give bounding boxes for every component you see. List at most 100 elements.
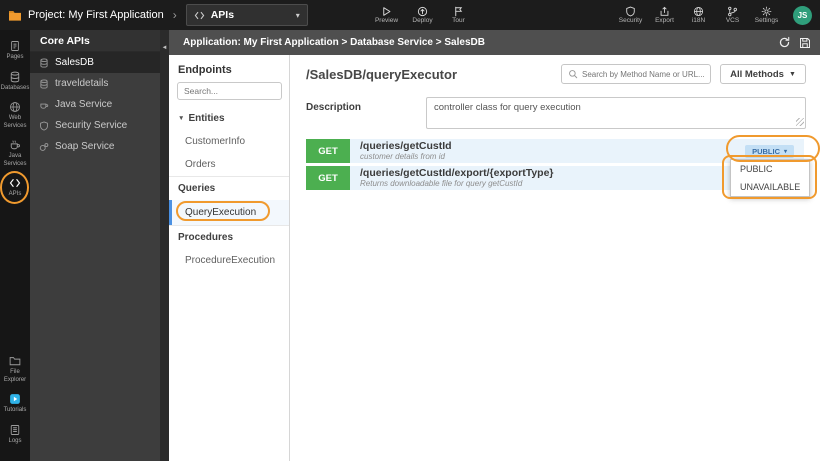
- endpoints-panel: Endpoints ▼ Entities CustomerInfo Orders…: [169, 55, 290, 461]
- tutorials-label: Tutorials: [3, 407, 27, 413]
- breadcrumb-bar: Application: My First Application > Data…: [169, 30, 820, 55]
- endpoint-texts: /queries/getCustId customer details from…: [360, 140, 452, 162]
- deploy-button[interactable]: Deploy: [410, 6, 435, 25]
- access-dropdown[interactable]: PUBLIC ▾: [745, 144, 794, 158]
- tree-item-queryexecution[interactable]: QueryExecution: [169, 200, 289, 225]
- logs-icon: [9, 424, 21, 436]
- endpoints-search-input[interactable]: [177, 82, 282, 100]
- service-item-java-service[interactable]: Java Service: [30, 94, 160, 115]
- pages-icon: [9, 40, 21, 52]
- i18n-icon: [693, 6, 704, 17]
- tour-label: Tour: [452, 16, 465, 24]
- method-search-input[interactable]: [582, 69, 704, 79]
- tree-group-entities[interactable]: ▼ Entities: [169, 107, 289, 130]
- web-services-label: Web Services: [3, 115, 27, 129]
- tree-group-queries[interactable]: Queries: [169, 176, 289, 200]
- endpoint-summary: Returns downloadable file for query getC…: [360, 179, 523, 189]
- service-item-label: SalesDB: [55, 57, 94, 68]
- save-button[interactable]: [799, 37, 811, 49]
- apis-label: APIs: [8, 191, 22, 197]
- database-icon: [39, 79, 49, 89]
- access-menu-item-unavailable[interactable]: UNAVAILABLE: [731, 178, 809, 196]
- security-label: Security: [618, 16, 643, 24]
- tree-item-customerinfo[interactable]: CustomerInfo: [169, 130, 289, 153]
- sidebar-item-web-services[interactable]: Web Services: [0, 96, 30, 134]
- refresh-button[interactable]: [778, 36, 791, 49]
- access-menu: PUBLIC UNAVAILABLE: [730, 159, 810, 197]
- settings-label: Settings: [754, 16, 779, 24]
- export-button[interactable]: Export: [652, 6, 677, 25]
- sidebar-item-logs[interactable]: Logs: [0, 419, 30, 450]
- project-label: Project: My First Application: [28, 9, 164, 21]
- pages-label: Pages: [6, 54, 24, 60]
- databases-label: Databases: [0, 84, 30, 91]
- description-label: Description: [306, 102, 362, 113]
- description-section: Description controller class for query e…: [290, 92, 820, 137]
- access-menu-item-public[interactable]: PUBLIC: [731, 160, 809, 178]
- preview-label: Preview: [374, 16, 399, 24]
- deploy-label: Deploy: [412, 16, 433, 24]
- settings-button[interactable]: Settings: [754, 6, 779, 25]
- breadcrumb-actions: [778, 36, 811, 49]
- app-window: Project: My First Application › APIs ▾ P…: [0, 0, 820, 461]
- service-item-soap-service[interactable]: Soap Service: [30, 136, 160, 157]
- sidebar-item-file-explorer[interactable]: File Explorer: [0, 350, 30, 388]
- java-services-label: Java Services: [3, 153, 27, 167]
- topbar-left: Project: My First Application › APIs ▾: [8, 4, 308, 26]
- method-search-box: [561, 64, 711, 84]
- tree-group-label: Entities: [188, 113, 225, 124]
- tree-group-procedures[interactable]: Procedures: [169, 225, 289, 249]
- api-icon: [194, 10, 205, 21]
- sidebar-item-java-services[interactable]: Java Services: [0, 134, 30, 172]
- web-services-icon: [9, 101, 21, 113]
- module-dropdown[interactable]: APIs ▾: [185, 4, 308, 26]
- service-item-security-service[interactable]: Security Service: [30, 115, 160, 136]
- i18n-button[interactable]: i18N: [686, 6, 711, 25]
- topbar-right-actions: Security Export i18N VCS Settings JS: [618, 5, 812, 25]
- services-panel-title: Core APIs: [30, 30, 160, 52]
- vcs-button[interactable]: VCS: [720, 6, 745, 25]
- sidebar-item-pages[interactable]: Pages: [0, 35, 30, 66]
- sidebar-item-tutorials[interactable]: Tutorials: [0, 388, 30, 419]
- methods-filter-dropdown[interactable]: All Methods ▼: [720, 64, 806, 84]
- service-item-salesdb[interactable]: SalesDB: [30, 52, 160, 73]
- description-field-wrap: controller class for query execution: [426, 97, 806, 129]
- topbar-center-actions: Preview Deploy Tour: [374, 0, 471, 30]
- security-icon: [625, 6, 636, 17]
- services-panel: Core APIs SalesDB traveldetails Java Ser…: [30, 30, 160, 461]
- preview-icon: [381, 6, 392, 17]
- preview-button[interactable]: Preview: [374, 6, 399, 25]
- endpoint-path: /queries/getCustId: [360, 140, 452, 153]
- tutorials-icon: [9, 393, 21, 405]
- tree-item-procedureexecution[interactable]: ProcedureExecution: [169, 249, 289, 272]
- tree-item-orders[interactable]: Orders: [169, 153, 289, 176]
- sidebar-item-databases[interactable]: Databases: [0, 66, 30, 97]
- caret-down-icon: ▾: [783, 148, 787, 155]
- soap-icon: [39, 142, 49, 152]
- vcs-icon: [727, 6, 738, 17]
- methods-filter-label: All Methods: [730, 68, 784, 80]
- endpoint-texts: /queries/getCustId/export/{exportType} R…: [360, 167, 554, 189]
- service-item-label: Soap Service: [55, 141, 115, 152]
- user-avatar[interactable]: JS: [793, 5, 812, 25]
- service-item-traveldetails[interactable]: traveldetails: [30, 73, 160, 94]
- page-title: /SalesDB/queryExecutor: [306, 66, 458, 82]
- top-bar: Project: My First Application › APIs ▾ P…: [0, 0, 820, 30]
- security-button[interactable]: Security: [618, 6, 643, 25]
- java-services-icon: [9, 139, 21, 151]
- left-icon-bar: Pages Databases Web Services Java Servic…: [0, 30, 30, 461]
- i18n-label: i18N: [691, 16, 706, 24]
- sidebar-item-apis[interactable]: APIs: [0, 171, 30, 204]
- collapse-left-icon[interactable]: ◄: [162, 45, 168, 461]
- method-badge: GET: [306, 139, 350, 163]
- file-explorer-label: File Explorer: [3, 369, 27, 383]
- endpoints-title: Endpoints: [178, 64, 232, 76]
- breadcrumb: Application: My First Application > Data…: [183, 37, 485, 48]
- main-content: /SalesDB/queryExecutor All Methods ▼ Des…: [290, 55, 820, 461]
- export-icon: [659, 6, 670, 17]
- search-icon: [568, 69, 578, 79]
- project-folder-icon: [8, 9, 22, 21]
- settings-gear-icon: [761, 6, 772, 17]
- tour-button[interactable]: Tour: [446, 6, 471, 25]
- description-textarea[interactable]: controller class for query execution: [426, 97, 806, 129]
